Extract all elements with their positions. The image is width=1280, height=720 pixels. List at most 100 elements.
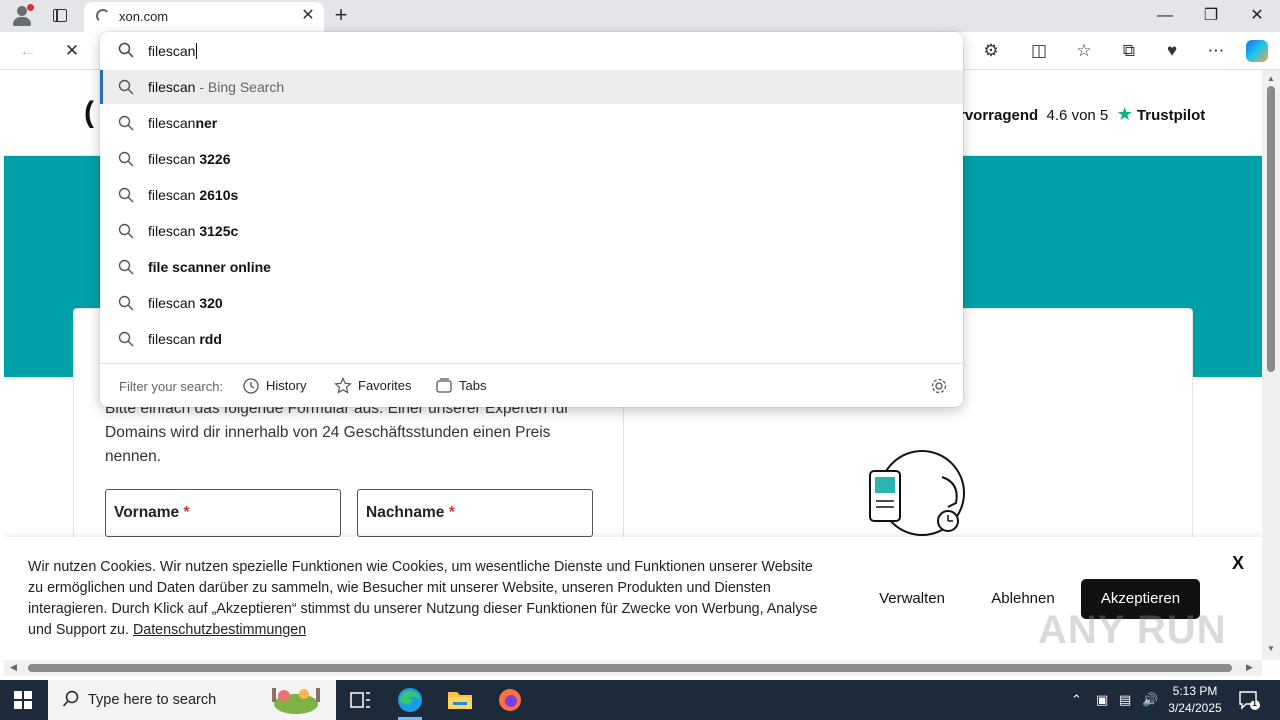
taskbar-search-box[interactable]: Type here to search [48, 680, 336, 720]
loading-spinner-icon [96, 9, 110, 23]
more-menu-icon[interactable]: ⋯ [1204, 39, 1228, 63]
title-bar: xon.com ✕ + — ❐ ✕ [0, 0, 1280, 32]
task-view-icon[interactable] [336, 680, 384, 720]
suggestion-search-icon [118, 223, 134, 239]
filter-bar: Filter your search: History Favorites Ta… [100, 363, 963, 407]
favorites-icon [334, 377, 352, 394]
close-window-button[interactable]: ✕ [1234, 0, 1280, 32]
search-suggestion[interactable]: file scanner online [100, 250, 963, 284]
suggestion-text: filescanner [148, 115, 218, 131]
scroll-right-arrow-icon[interactable]: ▶ [1246, 662, 1253, 673]
horizontal-scroll-thumb[interactable] [28, 664, 1232, 672]
copilot-icon[interactable] [1246, 40, 1268, 62]
filter-label: Filter your search: [119, 379, 224, 394]
volume-icon[interactable]: 🔊 [1142, 692, 1158, 708]
search-suggestion[interactable]: filescan 2610s [100, 178, 963, 212]
suggestion-search-icon [118, 79, 134, 95]
manage-cookies-button[interactable]: Verwalten [864, 579, 960, 619]
search-suggestion[interactable]: filescan rdd [100, 322, 963, 356]
first-name-field[interactable]: Vorname * [105, 489, 341, 537]
scroll-down-arrow-icon[interactable]: ▼ [1266, 644, 1276, 653]
suggestion-text: filescan 320 [148, 295, 223, 311]
vertical-scroll-thumb[interactable] [1267, 86, 1275, 372]
search-icon [118, 42, 134, 58]
address-bar-input[interactable]: filescan [100, 32, 963, 70]
search-suggestion[interactable]: filescan - Bing Search [100, 70, 963, 104]
tab-close-button[interactable]: ✕ [298, 6, 318, 26]
tab-title: xon.com [119, 9, 169, 24]
notification-center-icon[interactable]: 1 [1238, 690, 1260, 710]
suggestion-search-icon [118, 259, 134, 275]
vertical-scrollbar[interactable]: ▲ ▼ [1262, 70, 1280, 660]
contact-illustration-icon [869, 450, 965, 536]
taskbar-search-placeholder: Type here to search [88, 692, 217, 708]
suggestion-text: filescan 3226 [148, 151, 231, 167]
clock-date: 3/24/2025 [1168, 701, 1222, 715]
rating-score: 4.6 von 5 [1046, 107, 1109, 124]
search-suggestion[interactable]: filescan 3226 [100, 142, 963, 176]
collections-icon[interactable]: ⧉ [1117, 39, 1141, 63]
settings-gear-icon[interactable] [930, 377, 948, 395]
notification-count: 1 [1252, 698, 1258, 708]
suggestion-text: filescan rdd [148, 331, 222, 347]
trustpilot-rating[interactable]: rvorragend 4.6 von 5 ★ Trustpilot [959, 104, 1205, 125]
site-logo[interactable]: ( [84, 96, 94, 130]
suggestion-text: filescan 2610s [148, 187, 239, 203]
firefox-icon[interactable] [486, 680, 534, 720]
last-name-field[interactable]: Nachname * [357, 489, 593, 537]
required-mark: * [183, 504, 190, 521]
required-mark: * [448, 504, 455, 521]
profile-avatar-icon[interactable] [10, 4, 34, 28]
suggestion-text: file scanner online [148, 259, 271, 275]
rating-word: rvorragend [959, 107, 1039, 124]
close-cookie-banner-button[interactable]: X [1232, 553, 1244, 574]
file-explorer-icon[interactable] [436, 680, 484, 720]
minimize-button[interactable]: — [1142, 0, 1188, 32]
new-tab-button[interactable]: + [330, 4, 352, 26]
suggestion-search-icon [118, 115, 134, 131]
trustpilot-star-icon: ★ [1116, 104, 1133, 124]
address-bar-value: filescan [148, 43, 196, 59]
last-name-label: Nachname [366, 504, 445, 521]
tabs-icon [436, 378, 452, 393]
tray-meet-icon[interactable]: ▣ [1096, 692, 1108, 708]
trustpilot-label: Trustpilot [1136, 107, 1206, 124]
suggestion-text: filescan 3125c [148, 223, 239, 239]
windows-start-icon[interactable] [14, 691, 32, 709]
scroll-up-arrow-icon[interactable]: ▲ [1266, 74, 1276, 83]
scroll-left-arrow-icon[interactable]: ◀ [10, 662, 17, 673]
system-clock[interactable]: 5:13 PM 3/24/2025 [1160, 683, 1230, 717]
suggestion-search-icon [118, 151, 134, 167]
filter-history-label: History [266, 378, 307, 393]
form-intro-text: Bitte einfach das folgende Formular aus.… [105, 400, 570, 465]
favorites-star-icon[interactable]: ☆ [1072, 39, 1096, 63]
tab-actions-icon[interactable] [50, 6, 70, 26]
filter-favorites-label: Favorites [358, 378, 412, 393]
history-icon [243, 378, 259, 394]
tray-chevron-icon[interactable]: ⌃ [1071, 692, 1082, 708]
windows-taskbar: Type here to search ⌃ ▣ ▤ 🔊 5:13 PM 3/24… [0, 680, 1280, 720]
browser-essentials-icon[interactable]: ♥ [1160, 39, 1184, 63]
stop-loading-icon[interactable]: ✕ [60, 39, 84, 63]
suggestion-search-icon [118, 295, 134, 311]
search-suggestion[interactable]: filescanner [100, 106, 963, 140]
watermark: ANY RUN [1038, 608, 1227, 652]
edge-taskbar-icon[interactable] [386, 680, 434, 720]
cookie-text: Wir nutzen Cookies. Wir nutzen spezielle… [28, 557, 828, 641]
search-suggestion[interactable]: filescan 3125c [100, 214, 963, 248]
filter-tabs-label: Tabs [459, 378, 487, 393]
privacy-link[interactable]: Datenschutzbestimmungen [133, 622, 306, 638]
suggestion-search-icon [118, 331, 134, 347]
taskbar-search-icon [62, 690, 79, 707]
address-bar-dropdown: filescan filescan - Bing Search filescann… [100, 32, 963, 407]
browser-tab[interactable]: xon.com ✕ [84, 2, 324, 32]
extensions-icon[interactable]: ⚙ [979, 39, 1003, 63]
horizontal-scrollbar[interactable]: ◀ ▶ [4, 660, 1262, 676]
split-screen-icon[interactable]: ◫ [1027, 39, 1051, 63]
back-arrow-icon[interactable]: ← [16, 39, 40, 63]
search-suggestion[interactable]: filescan 320 [100, 286, 963, 320]
network-icon[interactable]: ▤ [1119, 692, 1131, 708]
search-highlight-icon [272, 688, 320, 714]
maximize-button[interactable]: ❐ [1188, 0, 1234, 32]
suggestion-text: filescan - Bing Search [148, 79, 285, 95]
